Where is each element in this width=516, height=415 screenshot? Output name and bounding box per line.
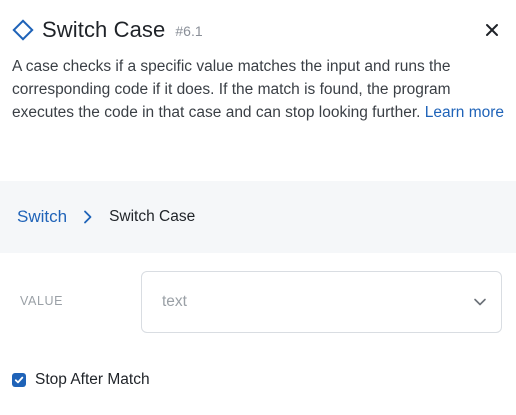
breadcrumb: Switch Switch Case: [0, 181, 516, 253]
panel-header: Switch Case #6.1: [12, 14, 504, 46]
value-select[interactable]: text: [141, 271, 502, 333]
breadcrumb-parent-link[interactable]: Switch: [17, 207, 67, 227]
diamond-icon: [12, 19, 34, 41]
value-label: VALUE: [20, 294, 64, 308]
value-select-placeholder: text: [162, 293, 187, 310]
node-tag: #6.1: [175, 23, 203, 39]
description-text: A case checks if a specific value matche…: [12, 58, 451, 121]
close-icon: [486, 24, 498, 36]
stop-after-match-checkbox[interactable]: [12, 373, 26, 387]
panel-title: Switch Case: [42, 17, 166, 42]
check-icon: [14, 376, 24, 384]
breadcrumb-current: Switch Case: [109, 208, 196, 225]
stop-after-match-label: Stop After Match: [35, 371, 150, 388]
learn-more-link[interactable]: Learn more: [425, 104, 504, 121]
chevron-down-icon: [473, 297, 487, 307]
close-button[interactable]: [480, 18, 504, 42]
description: A case checks if a specific value matche…: [12, 55, 504, 124]
chevron-right-icon: [83, 210, 93, 224]
stop-after-match-row: Stop After Match: [12, 371, 150, 389]
